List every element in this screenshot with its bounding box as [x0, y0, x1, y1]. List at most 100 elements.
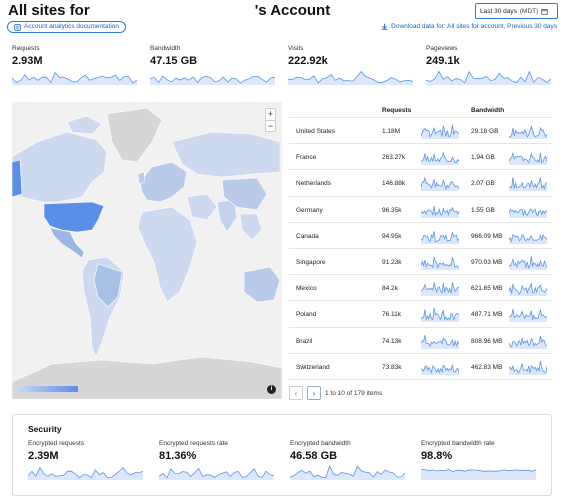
row-requests-sparkline	[421, 334, 459, 349]
zoom-out-button[interactable]: −	[266, 120, 275, 131]
stat-encrypted-requests: Encrypted requests 2.39M	[28, 440, 156, 482]
table-pagination: ‹ › 1 to 10 of 179 items	[289, 386, 382, 400]
bandwidth-value: 621.65 MB	[471, 285, 503, 293]
column-header-requests[interactable]: Requests	[382, 107, 411, 114]
visits-sparkline	[288, 70, 413, 85]
page-title: All sites for 's Account	[8, 2, 330, 19]
row-requests-sparkline	[421, 364, 459, 375]
document-icon	[14, 23, 21, 31]
stat-label: Requests	[12, 45, 40, 52]
row-requests-sparkline	[421, 308, 459, 323]
title-suffix: 's Account	[254, 2, 331, 19]
table-body: United States 1.18M 29.18 GB France 263.27k 1…	[289, 118, 552, 380]
encrypted-requests-sparkline	[28, 466, 143, 480]
stat-label: Encrypted requests	[28, 440, 85, 447]
download-data-link[interactable]: Download data for: All sites for account…	[381, 23, 557, 30]
country-name: United States	[296, 128, 336, 135]
sparkline-area	[421, 308, 459, 323]
sparkline-area	[290, 465, 405, 480]
country-name: Canada	[296, 232, 319, 240]
row-bandwidth-sparkline	[509, 335, 547, 349]
bandwidth-sparkline	[150, 75, 275, 85]
sparkline-area	[421, 334, 459, 349]
stat-label: Encrypted bandwidth rate	[421, 440, 495, 447]
security-panel: Security Encrypted requests 2.39M Encryp…	[12, 414, 552, 496]
row-bandwidth-sparkline	[509, 360, 547, 375]
requests-value: 84.2k	[382, 285, 398, 293]
map-region-europe[interactable]	[139, 161, 188, 203]
bandwidth-value: 966.09 MB	[471, 232, 503, 240]
pageviews-sparkline	[426, 70, 551, 85]
sparkline-area	[28, 467, 143, 480]
table-row[interactable]: Mexico 84.2k 621.65 MB	[289, 275, 552, 302]
row-requests-sparkline	[421, 230, 459, 244]
table-row[interactable]: Poland 76.11k 487.71 MB	[289, 301, 552, 328]
bandwidth-value: 1.55 GB	[471, 206, 495, 214]
table-row[interactable]: Canada 94.95k 966.09 MB	[289, 223, 552, 249]
map-region-africa[interactable]	[137, 206, 198, 303]
requests-value: 76.11k	[382, 311, 402, 319]
country-name: Germany	[296, 206, 323, 214]
zoom-in-button[interactable]: +	[266, 109, 275, 120]
bandwidth-value: 970.03 MB	[471, 258, 503, 266]
security-title: Security	[28, 424, 62, 434]
requests-value: 263.27k	[382, 154, 406, 162]
table-row[interactable]: United States 1.18M 29.18 GB	[289, 118, 552, 145]
map-region-australia[interactable]	[243, 266, 281, 303]
row-requests-sparkline	[421, 151, 459, 166]
map-region-arctic-islands[interactable]	[66, 115, 103, 135]
date-range-select[interactable]: Last 30 days (MDT)	[475, 3, 558, 19]
previous-page-button[interactable]: ‹	[289, 386, 303, 400]
requests-value: 96.35k	[382, 206, 402, 214]
pagination-summary: 1 to 10 of 179 items	[325, 389, 383, 397]
row-bandwidth-sparkline	[509, 152, 547, 166]
map-region-canada[interactable]	[12, 131, 108, 203]
country-name: France	[296, 154, 317, 162]
map-region-united-states[interactable]	[43, 201, 105, 233]
world-map-svg	[12, 107, 282, 399]
table-row[interactable]: France 263.27k 1.94 GB	[289, 144, 552, 171]
column-header-bandwidth[interactable]: Bandwidth	[471, 107, 504, 114]
row-requests-sparkline	[421, 176, 459, 192]
table-row[interactable]: Germany 96.35k 1.55 GB	[289, 197, 552, 223]
map-region-antarctica[interactable]	[12, 356, 282, 399]
map-region-mexico[interactable]	[49, 227, 85, 259]
table-row[interactable]: Netherlands 146.88k 2.07 GB	[289, 170, 552, 197]
stat-encrypted-bandwidth: Encrypted bandwidth 46.58 GB	[290, 440, 418, 482]
stat-label: Encrypted requests rate	[159, 440, 229, 447]
table-row[interactable]: Switzerland 73.83k 462.83 MB	[289, 354, 552, 380]
map-region-greenland[interactable]	[106, 107, 163, 163]
country-name: Singapore	[296, 258, 326, 266]
country-table: Requests Bandwidth United States 1.18M 29.…	[289, 102, 552, 380]
row-bandwidth-sparkline	[509, 283, 547, 297]
map-legend-gradient	[18, 386, 78, 392]
row-requests-sparkline	[421, 124, 459, 139]
next-page-button[interactable]: ›	[307, 386, 321, 400]
bandwidth-value: 808.96 MB	[471, 337, 503, 345]
row-bandwidth-sparkline	[509, 256, 547, 270]
requests-value: 73.83k	[382, 363, 402, 371]
map-region-southeast-asia[interactable]	[239, 213, 263, 241]
row-bandwidth-sparkline	[509, 233, 547, 244]
bandwidth-value: 2.07 GB	[471, 180, 495, 188]
table-row[interactable]: Singapore 91.23k 970.03 MB	[289, 249, 552, 276]
requests-value: 91.23k	[382, 258, 402, 266]
requests-sparkline	[12, 71, 137, 85]
stat-encrypted-bandwidth-rate: Encrypted bandwidth rate 98.8%	[421, 440, 549, 482]
map-region-uk[interactable]	[137, 171, 146, 185]
row-bandwidth-sparkline	[509, 207, 547, 218]
row-requests-sparkline	[421, 282, 459, 297]
requests-value: 146.88k	[382, 180, 406, 188]
table-row[interactable]: Brazil 74.13k 808.96 MB	[289, 328, 552, 354]
bandwidth-value: 1.94 GB	[471, 154, 495, 162]
map-region-alaska[interactable]	[12, 159, 23, 198]
timezone-label: (MDT)	[519, 7, 539, 15]
map-region-middle-east[interactable]	[186, 193, 218, 221]
documentation-button[interactable]: Account analytics documentation	[7, 21, 127, 33]
info-icon[interactable]: i	[267, 385, 276, 394]
calendar-icon	[541, 8, 548, 15]
row-requests-sparkline	[421, 205, 459, 218]
stat-value: 2.39M	[28, 450, 59, 462]
world-map[interactable]: + − i	[12, 102, 282, 399]
map-region-russia[interactable]	[171, 131, 281, 178]
